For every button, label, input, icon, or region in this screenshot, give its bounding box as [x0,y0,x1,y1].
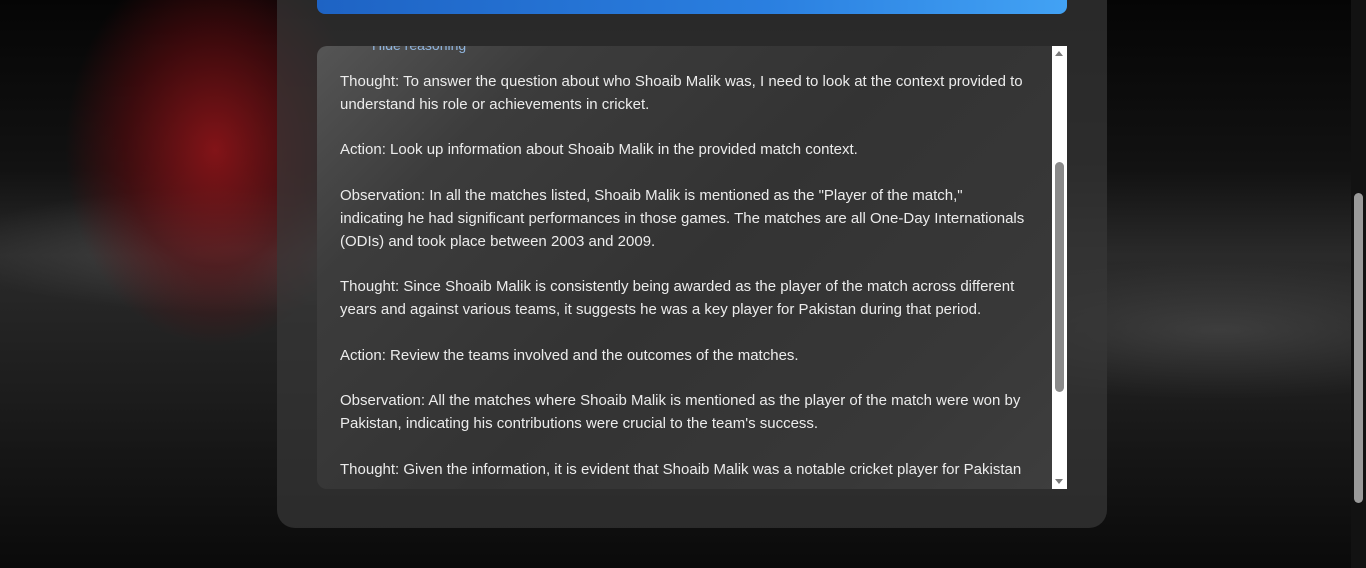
reasoning-paragraph-5: Action: Review the teams involved and th… [340,346,799,364]
reasoning-paragraph-1: Thought: To answer the question about wh… [340,73,1023,113]
reasoning-text: Thought: To answer the question about wh… [340,71,1030,489]
reasoning-scrollbar[interactable] [1052,46,1067,489]
reasoning-paragraph-2: Action: Look up information about Shoaib… [340,141,858,159]
page-scrollbar[interactable] [1351,0,1366,568]
top-action-bar[interactable] [317,0,1067,14]
reasoning-paragraph-3: Observation: In all the matches listed, … [340,186,1025,250]
reasoning-panel: Hide reasoning Thought: To answer the qu… [317,46,1067,489]
reasoning-scrollbar-thumb[interactable] [1055,162,1064,392]
reasoning-paragraph-7: Thought: Given the information, it is ev… [340,460,1022,478]
hide-reasoning-toggle[interactable]: Hide reasoning [372,46,466,56]
scroll-up-arrow-icon[interactable] [1055,51,1063,56]
scroll-down-arrow-icon[interactable] [1055,479,1063,484]
page-scrollbar-thumb[interactable] [1354,193,1363,503]
reasoning-paragraph-6: Observation: All the matches where Shoai… [340,392,1021,432]
reasoning-paragraph-4: Thought: Since Shoaib Malik is consisten… [340,278,1015,318]
